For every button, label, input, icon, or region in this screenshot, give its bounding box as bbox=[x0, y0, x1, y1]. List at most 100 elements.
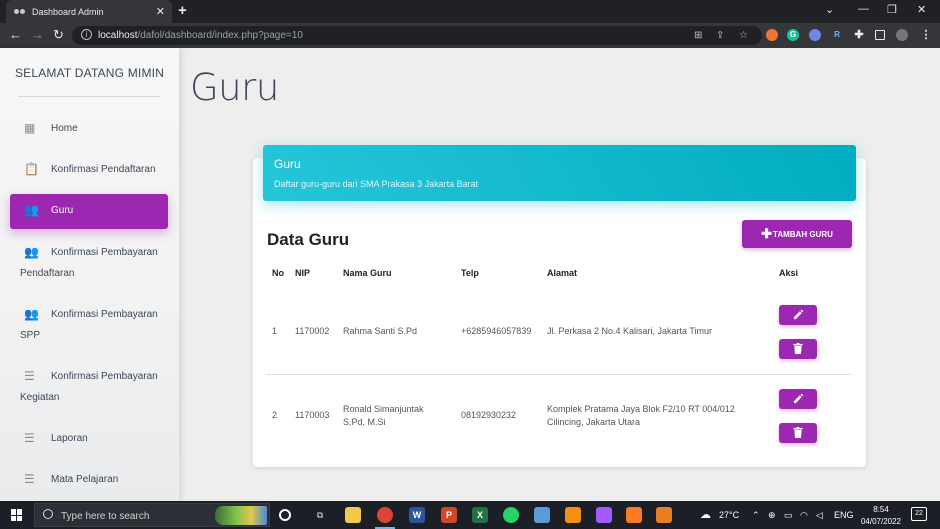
sidebar-item-label: Konfirmasi Pembayaran bbox=[51, 247, 158, 258]
search-icon bbox=[43, 509, 53, 519]
translate-icon[interactable]: ⊞ bbox=[694, 30, 702, 41]
file-explorer-icon[interactable] bbox=[345, 507, 361, 523]
sidebar-item-konfirmasi-pembayaran-spp[interactable]: 👥 Konfirmasi Pembayaran SPP bbox=[10, 302, 168, 346]
people-icon: 👥 bbox=[24, 307, 39, 321]
row-divider bbox=[266, 374, 853, 375]
sidebar-item-guru[interactable]: 👥 Guru bbox=[10, 194, 168, 229]
table-header: NIP bbox=[295, 268, 311, 278]
sidebar: SELAMAT DATANG MIMIN ▦ Home 📋 Konfirmasi… bbox=[0, 48, 179, 501]
puzzle-icon[interactable]: ✚ bbox=[853, 29, 865, 41]
powerpoint-icon[interactable]: P bbox=[441, 507, 457, 523]
sidebar-item-konfirmasi-pembayaran-kegiatan[interactable]: ☰ Konfirmasi Pembayaran Kegiatan bbox=[10, 364, 168, 408]
tray-chevron-icon[interactable]: ⌃ bbox=[752, 510, 760, 521]
tab-close-icon[interactable]: ✕ bbox=[156, 5, 165, 18]
cell-alamat-line2: Cilincing, Jakarta Utara bbox=[547, 417, 641, 427]
card-header-subtitle: Daftar guru-guru dari SMA Prakasa 3 Jaka… bbox=[274, 179, 479, 189]
figma-icon[interactable] bbox=[596, 507, 612, 523]
battery-icon[interactable]: ▭ bbox=[784, 510, 793, 521]
grammarly-icon[interactable]: G bbox=[787, 29, 799, 41]
sidebar-item-label: Konfirmasi Pendaftaran bbox=[51, 164, 156, 175]
dashboard-icon: ▦ bbox=[24, 121, 36, 135]
sidebar-item-konfirmasi-pendaftaran[interactable]: 📋 Konfirmasi Pendaftaran bbox=[10, 157, 168, 181]
share-icon[interactable]: ⇪ bbox=[716, 30, 724, 41]
cell-no: 2 bbox=[272, 410, 278, 420]
close-window-icon[interactable]: ✕ bbox=[917, 3, 926, 16]
excel-icon[interactable]: X bbox=[472, 507, 488, 523]
app-icon[interactable] bbox=[656, 507, 672, 523]
trash-icon bbox=[793, 343, 803, 354]
notification-center-icon[interactable]: 22 bbox=[911, 507, 927, 521]
chrome-icon[interactable] bbox=[377, 507, 393, 523]
url-field[interactable]: i localhost/dafol/dashboard/index.php?pa… bbox=[72, 26, 762, 45]
word-icon[interactable]: W bbox=[409, 507, 425, 523]
new-tab-button[interactable]: + bbox=[178, 2, 187, 19]
pencil-icon bbox=[793, 393, 803, 404]
url-text[interactable]: localhost/dafol/dashboard/index.php?page… bbox=[98, 30, 303, 41]
sidebar-brand: SELAMAT DATANG MIMIN bbox=[14, 66, 165, 80]
wifi-icon[interactable]: ◠ bbox=[800, 510, 808, 521]
app-icon[interactable] bbox=[534, 507, 550, 523]
sidebar-toggle-icon[interactable] bbox=[875, 30, 885, 40]
language-indicator[interactable]: ENG bbox=[834, 510, 854, 520]
pencil-icon bbox=[793, 309, 803, 320]
search-highlight-image bbox=[215, 506, 267, 525]
sidebar-item-home[interactable]: ▦ Home bbox=[10, 116, 168, 140]
tray-app-icon[interactable]: ⊕ bbox=[768, 510, 776, 521]
sidebar-item-laporan[interactable]: ☰ Laporan bbox=[10, 426, 168, 450]
sidebar-item-label: Konfirmasi Pembayaran bbox=[51, 371, 158, 382]
clock[interactable]: 8:54 04/07/2022 bbox=[858, 504, 904, 528]
cortana-icon[interactable] bbox=[279, 509, 291, 521]
extension-icon[interactable] bbox=[809, 29, 821, 41]
profile-avatar[interactable] bbox=[896, 29, 908, 41]
sidebar-item-label: Home bbox=[51, 123, 78, 134]
maximize-icon[interactable]: ❐ bbox=[887, 3, 897, 16]
windows-start-icon[interactable] bbox=[11, 509, 23, 521]
forward-icon[interactable]: → bbox=[31, 27, 44, 42]
browser-tab[interactable]: Dashboard Admin ✕ bbox=[6, 0, 172, 23]
sidebar-item-label: Laporan bbox=[51, 433, 88, 444]
delete-button[interactable] bbox=[779, 423, 817, 443]
browser-tabbar: Dashboard Admin ✕ + ⌄ — ❐ ✕ bbox=[0, 0, 940, 23]
site-info-icon[interactable]: i bbox=[81, 29, 92, 40]
extension-icon[interactable] bbox=[766, 29, 778, 41]
back-icon[interactable]: ← bbox=[9, 27, 22, 42]
taskbar-search-input[interactable]: Type here to search bbox=[34, 503, 270, 527]
reload-icon[interactable]: ↻ bbox=[53, 27, 64, 43]
whatsapp-icon[interactable] bbox=[503, 507, 519, 523]
taskbar: Type here to search ⧉ W P X ☁ 27°C ⌃ ⊕ ▭… bbox=[0, 501, 940, 529]
menu-dots-icon[interactable]: ⋮ bbox=[920, 29, 932, 41]
minimize-icon[interactable]: — bbox=[858, 3, 869, 15]
add-guru-button[interactable]: ✚TAMBAH GURU bbox=[742, 220, 852, 248]
edit-button[interactable] bbox=[779, 389, 817, 409]
table-header: Aksi bbox=[779, 268, 799, 278]
volume-icon[interactable]: ◁ bbox=[816, 510, 823, 521]
divider bbox=[18, 96, 160, 97]
xampp-icon[interactable] bbox=[626, 507, 642, 523]
weather-text[interactable]: 27°C bbox=[719, 510, 739, 520]
tab-title: Dashboard Admin bbox=[32, 6, 104, 17]
table-header: Alamat bbox=[547, 268, 578, 278]
table-header: No bbox=[272, 268, 284, 278]
clock-time: 8:54 bbox=[873, 505, 889, 514]
clock-date: 04/07/2022 bbox=[860, 517, 902, 526]
card-header: Guru Daftar guru-guru dari SMA Prakasa 3… bbox=[263, 145, 856, 201]
sublime-icon[interactable] bbox=[565, 507, 581, 523]
cell-nama-line2: S.Pd, M.Si bbox=[343, 417, 386, 427]
sidebar-item-konfirmasi-pembayaran-pendaftaran[interactable]: 👥 Konfirmasi Pembayaran Pendaftaran bbox=[10, 240, 168, 284]
bookmark-star-icon[interactable]: ☆ bbox=[739, 30, 748, 41]
trash-icon bbox=[793, 427, 803, 438]
edit-button[interactable] bbox=[779, 305, 817, 325]
weather-cloud-icon: ☁ bbox=[700, 509, 711, 521]
cell-alamat: Jl. Perkasa 2 No.4 Kalisari, Jakarta Tim… bbox=[547, 326, 713, 336]
extension-r-icon[interactable]: R bbox=[831, 29, 843, 41]
list-icon: ☰ bbox=[24, 472, 35, 486]
delete-button[interactable] bbox=[779, 339, 817, 359]
tab-search-icon[interactable]: ⌄ bbox=[825, 3, 834, 16]
cell-nama: Ronald Simanjuntak bbox=[343, 404, 424, 414]
card-header-title: Guru bbox=[274, 157, 301, 171]
table-header: Telp bbox=[461, 268, 479, 278]
address-bar: ← → ↻ i localhost/dafol/dashboard/index.… bbox=[0, 23, 940, 48]
list-icon: ☰ bbox=[24, 431, 35, 445]
task-view-icon[interactable]: ⧉ bbox=[312, 507, 328, 523]
sidebar-item-mata-pelajaran[interactable]: ☰ Mata Pelajaran bbox=[10, 467, 168, 491]
